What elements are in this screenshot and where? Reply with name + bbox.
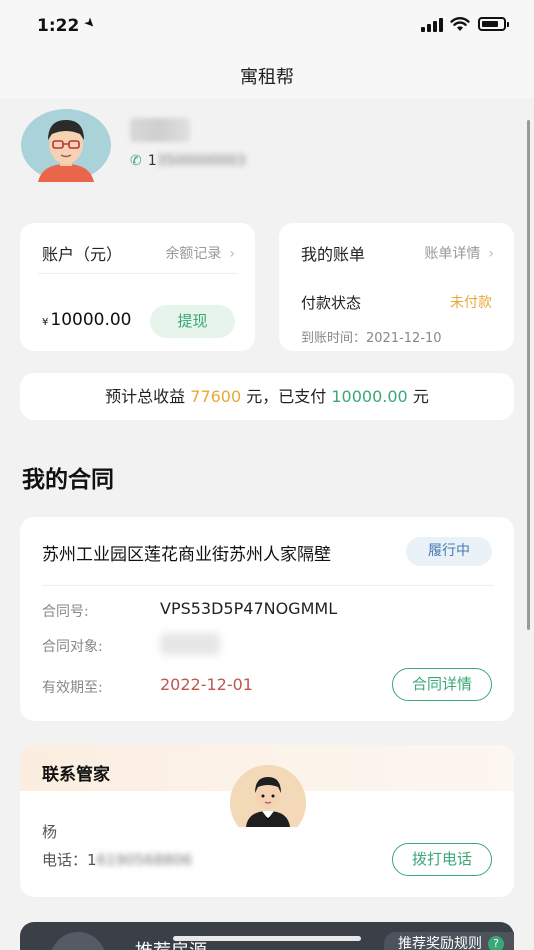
contract-title: 苏州工业园区莲花商业街苏州人家隔壁 [42, 545, 331, 565]
phone-icon: ✆ [130, 153, 142, 169]
status-badge: 履行中 [406, 537, 492, 566]
expiry-label: 有效期至: [42, 680, 103, 696]
user-avatar[interactable] [20, 108, 112, 182]
status-time: 1:22 [37, 16, 80, 36]
scrollbar[interactable] [527, 120, 530, 630]
contract-party-value [160, 633, 220, 655]
manager-card: 联系管家 杨 电话：16190568806 拨打电话 [20, 745, 514, 897]
pay-status-label: 付款状态 [301, 294, 362, 312]
pay-status-value: 未付款 [450, 295, 492, 311]
manager-phone: 电话：16190568806 [42, 851, 192, 869]
butler-avatar [230, 765, 306, 827]
recommend-image [50, 932, 106, 950]
bill-card: 我的账单 账单详情 › 付款状态 未付款 到账时间：2021-12-10 [279, 223, 514, 351]
earnings-summary: 预计总收益 77600 元，已支付 10000.00 元 [20, 373, 514, 420]
nav-bar: 寓租帮 [0, 52, 534, 98]
user-name: 杨丽 [130, 118, 190, 142]
call-button[interactable]: 拨打电话 [392, 843, 492, 876]
phone-blurred: 3500000003 [156, 153, 246, 169]
manager-name: 杨 [42, 823, 58, 841]
contract-party-label: 合同对象: [42, 639, 103, 655]
contract-detail-button[interactable]: 合同详情 [392, 668, 492, 701]
manager-title: 联系管家 [42, 765, 110, 785]
status-bar: 1:22 ➤ [0, 0, 534, 52]
contract-no-label: 合同号: [42, 604, 89, 620]
wifi-icon [450, 17, 470, 31]
account-balance: ¥10000.00 [42, 310, 132, 330]
contract-card[interactable]: 苏州工业园区莲花商业街苏州人家隔壁 履行中 合同号: VPS53D5P47NOG… [20, 517, 514, 721]
cellular-signal-icon [421, 18, 445, 32]
earnings-total: 77600 [190, 387, 242, 406]
page-title: 寓租帮 [240, 67, 294, 88]
balance-record-link[interactable]: 余额记录 › [165, 243, 235, 263]
chevron-right-icon: › [488, 246, 494, 262]
divider [38, 273, 237, 274]
help-icon: ? [488, 936, 504, 950]
expiry-value: 2022-12-01 [160, 675, 253, 694]
chevron-right-icon: › [229, 246, 235, 262]
earnings-paid: 10000.00 [331, 387, 408, 406]
location-arrow-icon: ➤ [80, 14, 99, 33]
profile-header: 杨丽 ✆ 13500000003 [0, 98, 534, 208]
bill-title: 我的账单 [301, 245, 366, 264]
battery-icon [478, 17, 509, 31]
account-card: 账户（元） 余额记录 › ¥10000.00 提现 [20, 223, 255, 351]
recommend-rule-link[interactable]: 推荐奖励规则? [384, 932, 514, 950]
arrive-time: 到账时间：2021-12-10 [301, 331, 442, 346]
home-indicator [173, 936, 361, 941]
divider [42, 585, 494, 586]
bill-detail-link[interactable]: 账单详情 › [424, 243, 494, 263]
account-title: 账户（元） [42, 245, 123, 264]
user-phone: ✆ 1 3500000003 [130, 153, 246, 169]
contract-no-value: VPS53D5P47NOGMML [160, 599, 338, 618]
withdraw-button[interactable]: 提现 [150, 305, 235, 338]
contracts-section-title: 我的合同 [22, 467, 114, 493]
